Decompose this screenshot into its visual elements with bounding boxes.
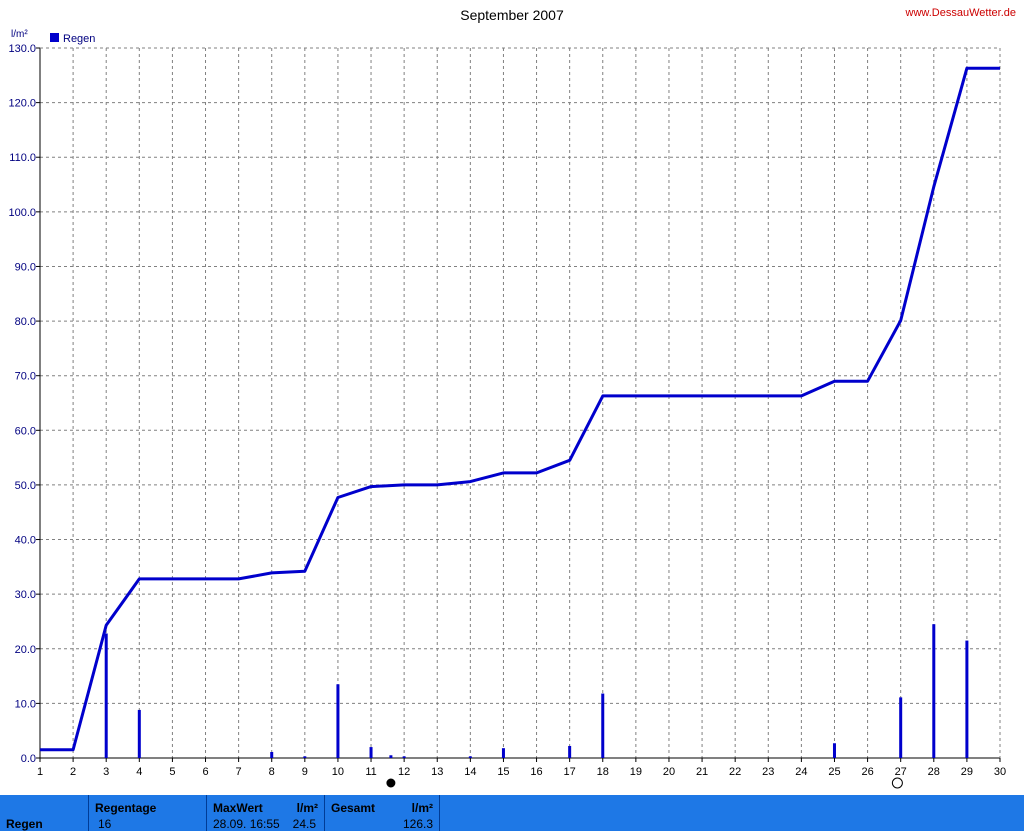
- full-moon-icon: [891, 777, 903, 789]
- x-tick-label: 12: [398, 766, 410, 778]
- x-tick-label: 23: [762, 766, 774, 778]
- rain-bar: [568, 745, 572, 758]
- x-tick-label: 4: [136, 766, 142, 778]
- gesamt-value: 126.3: [402, 817, 433, 831]
- y-tick-label: 50.0: [15, 480, 36, 492]
- x-tick-label: 20: [663, 766, 675, 778]
- axes: [36, 47, 1001, 762]
- x-tick-label: 22: [729, 766, 741, 778]
- summary-row-label: Regen: [6, 817, 43, 831]
- rain-bar: [601, 693, 605, 758]
- x-tick-label: 29: [961, 766, 973, 778]
- y-tick-label: 40.0: [15, 535, 36, 547]
- x-tick-label: 13: [431, 766, 443, 778]
- rain-bar: [468, 756, 472, 758]
- grid: [40, 47, 1000, 758]
- y-unit-label: l/m²: [11, 29, 28, 40]
- x-tick-label: 8: [269, 766, 275, 778]
- x-tick-label: 1: [37, 766, 43, 778]
- rain-bar: [832, 743, 836, 758]
- y-tick-label: 130.0: [8, 43, 36, 55]
- y-tick-labels: 0.0 10.0 20.0 30.0 40.0 50.0 60.0 70.0 80.0 90.0 1…: [8, 43, 36, 765]
- x-tick-label: 2: [70, 766, 76, 778]
- rain-bar: [270, 751, 274, 758]
- rain-bar: [501, 748, 505, 758]
- cumulative-line: [40, 66, 1000, 752]
- legend-swatch: [50, 33, 59, 42]
- x-tick-labels: 1 2 3 4 5 6 7 8 9 10 11 12 13 14 15 16 17 18 19 20 21 22 23 24 2…: [37, 766, 1006, 778]
- new-moon-icon: [386, 778, 396, 788]
- y-tick-label: 120.0: [8, 98, 36, 110]
- y-tick-label: 0.0: [21, 753, 36, 765]
- rain-bar: [965, 640, 969, 758]
- rain-bar: [402, 756, 406, 758]
- maxwert-date: 28.09. 16:55: [213, 817, 280, 831]
- source-link[interactable]: www.DessauWetter.de: [905, 7, 1016, 19]
- x-tick-label: 16: [530, 766, 542, 778]
- x-tick-label: 10: [332, 766, 344, 778]
- x-tick-label: 14: [464, 766, 476, 778]
- x-tick-label: 18: [597, 766, 609, 778]
- rain-bar: [932, 624, 936, 758]
- y-tick-label: 70.0: [15, 371, 36, 383]
- x-tick-label: 11: [365, 766, 376, 778]
- x-tick-label: 7: [236, 766, 242, 778]
- x-tick-label: 9: [302, 766, 308, 778]
- legend-label: Regen: [63, 33, 95, 45]
- regentage-value: 16: [98, 817, 112, 831]
- y-tick-label: 60.0: [15, 425, 36, 437]
- x-tick-label: 30: [994, 766, 1006, 778]
- regentage-cell: Regentage 16: [88, 795, 206, 831]
- x-tick-label: 25: [828, 766, 840, 778]
- x-tick-label: 28: [928, 766, 940, 778]
- x-tick-label: 17: [564, 766, 576, 778]
- maxwert-label: MaxWert: [213, 801, 263, 815]
- gesamt-unit: l/m²: [411, 801, 433, 815]
- cumulative-rain-line: [40, 66, 1000, 752]
- x-tick-label: 19: [630, 766, 642, 778]
- y-tick-label: 110.0: [9, 152, 36, 164]
- rain-chart: September 2007 www.DessauWetter.de l/m² …: [8, 7, 1016, 789]
- maxwert-unit: l/m²: [296, 801, 318, 815]
- regentage-label: Regentage: [95, 801, 157, 815]
- y-tick-label: 30.0: [15, 589, 36, 601]
- x-tick-label: 24: [795, 766, 807, 778]
- moon-phase-markers: [386, 777, 903, 789]
- rain-bar: [899, 697, 903, 758]
- maxwert-value: 24.5: [292, 817, 316, 831]
- y-tick-label: 90.0: [15, 261, 36, 273]
- maxwert-cell: MaxWert l/m² 28.09. 16:55 24.5: [206, 795, 324, 831]
- y-tick-label: 20.0: [15, 644, 36, 656]
- x-tick-label: 15: [497, 766, 509, 778]
- summary-bar: Regen Regentage 16 MaxWert l/m² 28.09. 1…: [0, 795, 1024, 831]
- rain-bar: [389, 755, 393, 758]
- x-tick-label: 26: [861, 766, 873, 778]
- y-tick-label: 100.0: [8, 207, 36, 219]
- x-tick-label: 3: [103, 766, 109, 778]
- rain-bar: [137, 709, 141, 758]
- rain-bar: [369, 747, 373, 758]
- rain-bar: [336, 684, 340, 758]
- y-tick-label: 80.0: [15, 316, 36, 328]
- gesamt-label: Gesamt: [331, 801, 376, 815]
- x-tick-label: 27: [895, 766, 907, 778]
- x-tick-label: 6: [202, 766, 208, 778]
- x-tick-label: 21: [696, 766, 708, 778]
- y-tick-label: 10.0: [15, 698, 36, 710]
- chart-title: September 2007: [460, 7, 564, 23]
- gesamt-cell: Gesamt l/m² 126.3: [324, 795, 440, 831]
- rain-bar: [104, 633, 108, 758]
- rain-bar: [303, 756, 307, 758]
- x-tick-label: 5: [169, 766, 175, 778]
